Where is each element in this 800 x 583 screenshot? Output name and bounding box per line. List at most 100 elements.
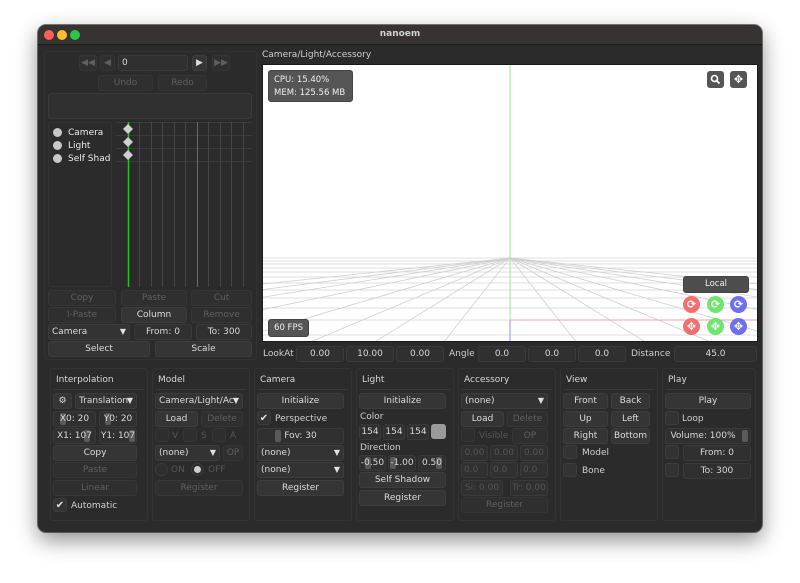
play-from-checkbox[interactable]: [665, 445, 679, 459]
light-color-g-field[interactable]: 154: [383, 424, 405, 440]
remove-button[interactable]: Remove: [191, 307, 252, 323]
rotate-x-button[interactable]: ⟳: [683, 296, 700, 313]
interpolation-settings-button[interactable]: ⚙: [53, 393, 72, 409]
slider-handle[interactable]: [275, 430, 281, 442]
model-shadow-checkbox[interactable]: [183, 428, 197, 442]
zoom-view-button[interactable]: [707, 71, 724, 88]
accessory-rotation-y-field[interactable]: 0.0: [490, 462, 518, 478]
range-to-field[interactable]: To: 300: [196, 324, 252, 340]
accessory-select[interactable]: (none) ▼: [461, 393, 548, 409]
accessory-translation-x-field[interactable]: 0.00: [461, 445, 488, 461]
slider-handle[interactable]: [742, 430, 748, 442]
loop-checkbox[interactable]: [665, 411, 679, 425]
undo-button[interactable]: Undo: [98, 75, 153, 91]
x1-slider[interactable]: X1: 107: [53, 428, 96, 444]
keyframe-grid[interactable]: [116, 122, 252, 287]
light-initialize-button[interactable]: Initialize: [359, 393, 446, 409]
camera-initialize-button[interactable]: Initialize: [257, 393, 344, 409]
paste-keyframe-button[interactable]: Paste: [121, 290, 187, 306]
model-visible-checkbox[interactable]: [155, 428, 169, 442]
automatic-checkbox[interactable]: ✔: [53, 498, 67, 512]
model-bone-select[interactable]: (none) ▼: [155, 445, 220, 461]
accessory-load-button[interactable]: Load: [461, 411, 504, 427]
light-direction-z-slider[interactable]: 0.50: [418, 455, 446, 471]
accessory-visible-checkbox[interactable]: [461, 428, 475, 442]
light-direction-x-slider[interactable]: -0.50: [359, 455, 386, 471]
model-delete-button[interactable]: Delete: [201, 411, 243, 427]
camera-bone-select[interactable]: (none) ▼: [257, 462, 344, 478]
accessory-register-button[interactable]: Register: [461, 497, 548, 513]
view-bone-checkbox[interactable]: [563, 463, 577, 477]
model-register-button[interactable]: Register: [155, 480, 243, 496]
model-load-button[interactable]: Load: [155, 411, 198, 427]
perspective-checkbox[interactable]: ✔: [257, 411, 271, 425]
view-bottom-button[interactable]: Bottom: [611, 428, 650, 444]
cut-keyframe-button[interactable]: Cut: [191, 290, 252, 306]
accessory-translation-z-field[interactable]: 0.00: [520, 445, 548, 461]
lookat-x-field[interactable]: 0.00: [296, 346, 344, 362]
light-color-swatch[interactable]: [431, 424, 446, 439]
track-item[interactable]: Light: [53, 140, 111, 152]
interpolation-type-select[interactable]: Translation ▼: [75, 393, 137, 409]
light-register-button[interactable]: Register: [359, 490, 446, 506]
camera-motion-select[interactable]: (none) ▼: [257, 445, 344, 461]
model-off-radio[interactable]: [191, 463, 204, 476]
light-color-r-field[interactable]: 154: [359, 424, 381, 440]
range-from-field[interactable]: From: 0: [134, 324, 192, 340]
camera-register-button[interactable]: Register: [257, 480, 344, 496]
transform-mode-button[interactable]: Local: [683, 276, 749, 293]
play-to-field[interactable]: To: 300: [683, 463, 751, 479]
copy-keyframe-button[interactable]: Copy: [48, 290, 116, 306]
view-right-button[interactable]: Right: [563, 428, 608, 444]
rotate-y-button[interactable]: ⟳: [707, 296, 724, 313]
track-item[interactable]: Self Shadow: [53, 153, 111, 165]
column-button[interactable]: Column: [121, 307, 187, 323]
interpolation-copy-button[interactable]: Copy: [53, 445, 137, 461]
viewport-3d[interactable]: CPU: 15.40% MEM: 125.56 MB ✥ 60 FPS Loca…: [262, 64, 758, 342]
accessory-rotation-z-field[interactable]: 0.0: [520, 462, 548, 478]
move-view-button[interactable]: ✥: [730, 71, 747, 88]
translate-z-button[interactable]: ✥: [730, 318, 747, 335]
frame-input[interactable]: 0: [118, 55, 188, 71]
y1-slider[interactable]: Y1: 107: [99, 428, 137, 444]
y0-slider[interactable]: Y0: 20: [99, 411, 137, 427]
view-front-button[interactable]: Front: [563, 393, 608, 409]
distance-field[interactable]: 45.0: [674, 346, 757, 362]
accessory-rotation-x-field[interactable]: 0.0: [461, 462, 488, 478]
model-select[interactable]: Camera/Light/Ac ▼: [155, 393, 243, 409]
next-frame-button[interactable]: ▶: [192, 55, 207, 71]
select-button[interactable]: Select: [48, 341, 150, 357]
play-button[interactable]: Play: [665, 393, 751, 409]
view-back-button[interactable]: Back: [611, 393, 650, 409]
interpolation-linear-button[interactable]: Linear: [53, 480, 137, 496]
view-left-button[interactable]: Left: [611, 411, 650, 427]
accessory-opacity-field[interactable]: Tr: 0.00: [510, 480, 548, 496]
interpolation-paste-button[interactable]: Paste: [53, 462, 137, 478]
scale-button[interactable]: Scale: [155, 341, 252, 357]
self-shadow-button[interactable]: Self Shadow: [359, 472, 446, 488]
angle-z-field[interactable]: 0.0: [578, 346, 626, 362]
translate-y-button[interactable]: ✥: [707, 318, 724, 335]
translate-x-button[interactable]: ✥: [683, 318, 700, 335]
lookat-z-field[interactable]: 0.00: [396, 346, 444, 362]
angle-y-field[interactable]: 0.0: [528, 346, 576, 362]
play-to-checkbox[interactable]: [665, 463, 679, 477]
track-item[interactable]: Camera: [53, 127, 111, 139]
model-on-radio[interactable]: [155, 463, 168, 476]
accessory-op-button[interactable]: OP: [512, 428, 548, 444]
x0-slider[interactable]: X0: 20: [53, 411, 96, 427]
volume-slider[interactable]: Volume: 100%: [665, 428, 751, 444]
view-model-checkbox[interactable]: [563, 445, 577, 459]
rotate-z-button[interactable]: ⟳: [730, 296, 747, 313]
last-frame-button[interactable]: ▶▶: [212, 55, 230, 71]
fov-slider[interactable]: Fov: 30: [257, 428, 344, 444]
accessory-delete-button[interactable]: Delete: [507, 411, 548, 427]
lookat-y-field[interactable]: 10.00: [346, 346, 394, 362]
model-addblend-checkbox[interactable]: [212, 428, 226, 442]
play-from-field[interactable]: From: 0: [683, 445, 751, 461]
view-up-button[interactable]: Up: [563, 411, 608, 427]
light-color-b-field[interactable]: 154: [407, 424, 429, 440]
angle-x-field[interactable]: 0.0: [478, 346, 526, 362]
ipaste-button[interactable]: I-Paste: [48, 307, 116, 323]
redo-button[interactable]: Redo: [158, 75, 207, 91]
